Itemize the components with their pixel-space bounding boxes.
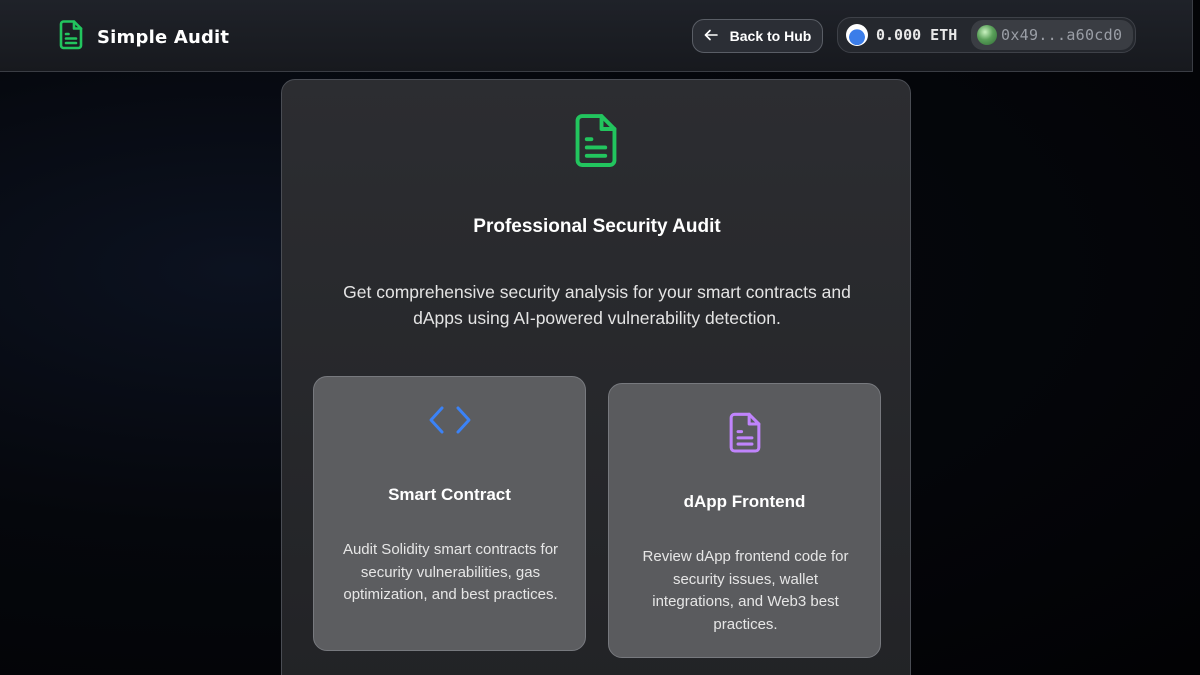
option-title: Smart Contract: [388, 485, 511, 504]
dapp-frontend-option-card[interactable]: dApp Frontend Review dApp frontend code …: [608, 383, 881, 658]
page-description: Get comprehensive security analysis for …: [343, 282, 851, 328]
option-description: Audit Solidity smart contracts for secur…: [342, 541, 559, 603]
audit-intro-card: Professional Security Audit Get comprehe…: [281, 79, 911, 675]
code-icon: [314, 404, 585, 436]
page-title: Professional Security Audit: [473, 216, 721, 237]
account-button[interactable]: 0x49...a60cd0: [971, 20, 1133, 50]
eth-balance: 0.000 ETH: [876, 26, 958, 44]
top-header: Simple Audit Back to Hub 0.000 ETH 0x49.…: [0, 0, 1193, 72]
option-description: Review dApp frontend code for security i…: [642, 548, 849, 633]
back-button-label: Back to Hub: [729, 28, 812, 44]
back-to-hub-button[interactable]: Back to Hub: [692, 19, 823, 53]
brand[interactable]: Simple Audit: [58, 20, 229, 55]
document-icon: [58, 20, 84, 55]
document-icon: [609, 411, 880, 455]
document-icon: [572, 112, 620, 175]
wallet-address: 0x49...a60cd0: [1001, 26, 1123, 44]
wallet-widget[interactable]: 0.000 ETH 0x49...a60cd0: [837, 17, 1136, 53]
option-title: dApp Frontend: [683, 492, 806, 511]
smart-contract-option-card[interactable]: Smart Contract Audit Solidity smart cont…: [313, 376, 586, 651]
avatar: [977, 25, 997, 45]
arrow-left-icon: [704, 28, 718, 44]
app-title: Simple Audit: [97, 27, 230, 48]
eth-network-icon: [846, 24, 868, 46]
